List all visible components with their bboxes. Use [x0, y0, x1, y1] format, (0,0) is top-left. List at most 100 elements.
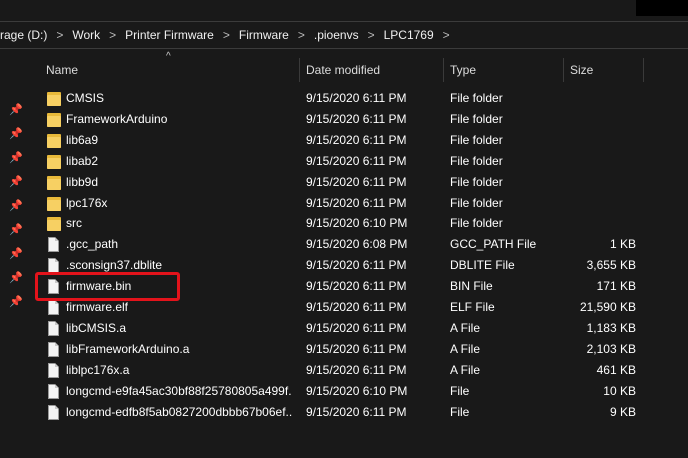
chevron-right-icon[interactable]: >: [440, 28, 453, 42]
breadcrumb-item[interactable]: .pioenvs: [308, 28, 365, 42]
file-size: 3,655 KB: [586, 258, 636, 273]
file-name: liblpc176x.a: [66, 362, 130, 377]
file-row[interactable]: libab2 9/15/2020 6:11 PM File folder: [0, 151, 688, 172]
file-icon: [47, 237, 61, 253]
file-row[interactable]: CMSIS 9/15/2020 6:11 PM File folder: [0, 88, 688, 109]
file-row[interactable]: FrameworkArduino 9/15/2020 6:11 PM File fo…: [0, 109, 688, 130]
file-row[interactable]: lib6a9 9/15/2020 6:11 PM File folder: [0, 130, 688, 151]
file-icon: [47, 362, 61, 378]
file-date-modified: 9/15/2020 6:11 PM: [306, 341, 407, 356]
chevron-right-icon[interactable]: >: [365, 28, 378, 42]
breadcrumb-item[interactable]: rage (D:): [0, 28, 53, 42]
column-type[interactable]: Type: [444, 58, 563, 82]
file-date-modified: 9/15/2020 6:11 PM: [306, 153, 407, 168]
file-size: 2,103 KB: [586, 341, 636, 356]
file-date-modified: 9/15/2020 6:11 PM: [306, 279, 407, 294]
folder-icon: [47, 216, 61, 232]
file-size: [566, 193, 636, 214]
file-size: 9 KB: [609, 404, 636, 419]
file-size: [566, 213, 636, 234]
file-icon: [47, 383, 61, 399]
file-icon: [47, 300, 61, 315]
folder-icon: [47, 91, 61, 106]
file-size: 1,183 KB: [586, 320, 636, 335]
file-type: File folder: [450, 195, 503, 210]
file-date-modified: 9/15/2020 6:11 PM: [306, 132, 407, 147]
file-date-modified: 9/15/2020 6:11 PM: [306, 300, 407, 314]
file-size: [566, 109, 636, 130]
address-bar: rage (D:) > Work > Printer Firmware > Firmware…: [0, 0, 688, 51]
file-name: libFrameworkArduino.a: [66, 341, 190, 356]
folder-icon: [47, 196, 61, 211]
file-type: ELF File: [450, 300, 495, 314]
file-name: libCMSIS.a: [66, 320, 127, 335]
column-name[interactable]: Name: [40, 58, 300, 82]
highlight-box: [35, 272, 180, 301]
file-row[interactable]: longcmd-edfb8f5ab0827200dbbb67b06ef... 9/…: [0, 402, 688, 423]
file-row[interactable]: libCMSIS.a 9/15/2020 6:11 PM A File 1,183 K…: [0, 318, 688, 339]
file-size: [566, 172, 636, 193]
file-date-modified: 9/15/2020 6:11 PM: [306, 91, 407, 105]
file-date-modified: 9/15/2020 6:11 PM: [306, 111, 407, 126]
file-icon: [47, 258, 61, 274]
file-type: File: [450, 383, 470, 398]
file-type: File folder: [450, 174, 503, 189]
file-type: A File: [450, 341, 481, 356]
column-date-modified[interactable]: Date modified: [300, 58, 443, 82]
file-icon: [47, 404, 61, 420]
folder-icon: [47, 133, 61, 148]
file-row[interactable]: liblpc176x.a 9/15/2020 6:11 PM A File 461 K…: [0, 360, 688, 381]
file-type: File folder: [450, 153, 503, 168]
file-icon: [47, 320, 61, 336]
file-size: 10 KB: [603, 383, 636, 398]
file-row[interactable]: .gcc_path 9/15/2020 6:08 PM GCC_PATH File 1…: [0, 234, 688, 255]
file-type: File folder: [450, 111, 503, 126]
file-row[interactable]: libb9d 9/15/2020 6:11 PM File folder: [0, 172, 688, 193]
file-row[interactable]: lpc176x 9/15/2020 6:11 PM File folder: [0, 193, 688, 214]
folder-icon: [47, 112, 61, 127]
file-size: [566, 151, 636, 172]
file-date-modified: 9/15/2020 6:11 PM: [306, 258, 407, 273]
chevron-right-icon[interactable]: >: [220, 28, 233, 42]
folder-icon: [47, 154, 61, 169]
breadcrumb: rage (D:) > Work > Printer Firmware > Firmware…: [0, 26, 453, 44]
title-strip: [636, 0, 688, 16]
file-icon: [47, 341, 61, 357]
breadcrumb-item[interactable]: LPC1769: [378, 28, 440, 42]
breadcrumb-item[interactable]: Printer Firmware: [119, 28, 220, 42]
chevron-right-icon[interactable]: >: [295, 28, 308, 42]
file-size: 21,590 KB: [579, 300, 636, 314]
column-divider[interactable]: [643, 58, 644, 82]
file-date-modified: 9/15/2020 6:11 PM: [306, 404, 407, 419]
file-type: A File: [450, 320, 481, 335]
file-name: FrameworkArduino: [66, 111, 168, 126]
chevron-right-icon[interactable]: >: [106, 28, 119, 42]
file-size: 171 KB: [596, 279, 636, 294]
file-row[interactable]: src 9/15/2020 6:10 PM File folder: [0, 213, 688, 234]
file-row[interactable]: libFrameworkArduino.a 9/15/2020 6:11 PM A …: [0, 339, 688, 360]
file-name: src: [66, 216, 82, 231]
breadcrumb-item[interactable]: Firmware: [233, 28, 295, 42]
file-date-modified: 9/15/2020 6:10 PM: [306, 216, 408, 231]
folder-icon: [47, 175, 61, 190]
file-name: .gcc_path: [66, 237, 119, 252]
file-type: DBLITE File: [450, 258, 515, 273]
file-type: GCC_PATH File: [450, 237, 537, 252]
breadcrumb-item[interactable]: Work: [66, 28, 106, 42]
file-type: BIN File: [450, 279, 493, 294]
file-row[interactable]: longcmd-e9fa45ac30bf88f25780805a499f... 9…: [0, 381, 688, 402]
file-name: libab2: [66, 153, 99, 168]
file-size: 461 KB: [596, 362, 636, 377]
file-date-modified: 9/15/2020 6:11 PM: [306, 320, 407, 335]
file-name: lib6a9: [66, 132, 99, 147]
file-date-modified: 9/15/2020 6:11 PM: [306, 195, 407, 210]
column-size[interactable]: Size: [564, 58, 644, 82]
file-size: [566, 130, 636, 151]
chevron-right-icon[interactable]: >: [53, 28, 66, 42]
column-header: ^ Name Date modified Type Size: [26, 51, 688, 82]
file-type: A File: [450, 362, 481, 377]
file-size: 1 KB: [609, 237, 636, 252]
file-date-modified: 9/15/2020 6:08 PM: [306, 237, 408, 252]
file-date-modified: 9/15/2020 6:10 PM: [306, 383, 408, 398]
file-date-modified: 9/15/2020 6:11 PM: [306, 362, 407, 377]
